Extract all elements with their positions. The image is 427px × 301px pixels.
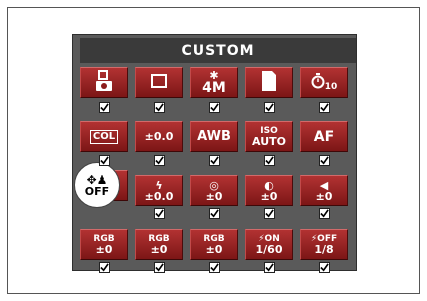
check-white-balance[interactable] [209, 155, 220, 166]
rgb-blue-value: ±0 [205, 242, 223, 256]
check-icon [265, 263, 274, 272]
setting-flash-comp[interactable]: ϟ ±0.0 [135, 175, 183, 206]
check-icon [320, 156, 329, 165]
setting-memory-card[interactable] [245, 67, 293, 98]
check-image-size[interactable] [209, 102, 220, 113]
check-shooting-mode[interactable] [99, 102, 110, 113]
contrast-label: ±0 [260, 189, 278, 203]
check-icon [155, 103, 164, 112]
check-contrast[interactable] [264, 208, 275, 219]
setting-flash-off-sync[interactable]: ⚡OFF 1/8 [300, 229, 348, 260]
check-icon [320, 103, 329, 112]
check-iso[interactable] [264, 155, 275, 166]
check-rgb-blue[interactable] [209, 262, 220, 273]
check-saturation[interactable] [209, 208, 220, 219]
check-flash-off-sync[interactable] [319, 262, 330, 273]
sd-card-icon [260, 70, 278, 95]
setting-focus-mode[interactable]: AF [300, 121, 348, 152]
check-icon [155, 156, 164, 165]
iso-value: AUTO [252, 134, 286, 148]
check-icon [265, 103, 274, 112]
flash-off-value: 1/8 [314, 242, 334, 256]
check-exposure-comp[interactable] [154, 155, 165, 166]
check-icon [210, 209, 219, 218]
setting-self-timer[interactable]: 10 [300, 67, 348, 98]
setting-color-mode[interactable]: COL [80, 121, 128, 152]
self-timer-label: 10 [324, 82, 338, 92]
setting-rgb-red[interactable]: RGB ±0 [80, 229, 128, 260]
check-icon [210, 103, 219, 112]
sharpness-label: ±0 [315, 189, 333, 203]
setting-rgb-green[interactable]: RGB ±0 [135, 229, 183, 260]
white-balance-label: AWB [197, 129, 231, 144]
check-icon [320, 209, 329, 218]
setting-drive-mode[interactable] [135, 67, 183, 98]
setting-iso[interactable]: ISO AUTO [245, 121, 293, 152]
check-rgb-red[interactable] [99, 262, 110, 273]
single-frame-icon [150, 73, 168, 92]
exposure-comp-label: ±0.0 [144, 130, 174, 143]
color-mode-label: COL [89, 129, 119, 144]
af-target-icon: ✥♟ [86, 172, 108, 187]
setting-shooting-mode[interactable] [80, 67, 128, 98]
flash-comp-label: ±0.0 [144, 189, 174, 203]
setting-exposure-comp[interactable]: ±0.0 [135, 121, 183, 152]
check-sharpness[interactable] [319, 208, 330, 219]
check-icon [210, 263, 219, 272]
timer-icon [311, 73, 325, 92]
check-flash-comp[interactable] [154, 208, 165, 219]
setting-flash-on-sync[interactable]: ⚡ON 1/60 [245, 229, 293, 260]
check-icon [320, 263, 329, 272]
af-target-label: OFF [84, 184, 110, 198]
rgb-green-value: ±0 [150, 242, 168, 256]
check-icon [100, 263, 109, 272]
check-icon [100, 156, 109, 165]
saturation-label: ±0 [205, 189, 223, 203]
check-color-mode[interactable] [99, 155, 110, 166]
menu-title: CUSTOM [80, 38, 356, 63]
flash-icon: ϟ [155, 178, 163, 192]
check-icon [265, 209, 274, 218]
setting-af-target[interactable]: ✥♟ OFF [74, 162, 120, 208]
check-flash-on-sync[interactable] [264, 262, 275, 273]
focus-mode-label: AF [313, 128, 335, 145]
check-drive-mode[interactable] [154, 102, 165, 113]
sharpness-icon: ◀ [319, 178, 329, 192]
check-memory-card[interactable] [264, 102, 275, 113]
camera-mode-icon [95, 70, 113, 95]
setting-contrast[interactable]: ◐ ±0 [245, 175, 293, 206]
check-icon [100, 103, 109, 112]
setting-saturation[interactable]: ◎ ±0 [190, 175, 238, 206]
check-icon [155, 209, 164, 218]
check-rgb-green[interactable] [154, 262, 165, 273]
flash-on-value: 1/60 [255, 242, 283, 256]
saturation-icon: ◎ [209, 178, 219, 192]
check-icon [265, 156, 274, 165]
contrast-icon: ◐ [264, 178, 274, 192]
check-icon [155, 263, 164, 272]
check-icon [210, 156, 219, 165]
image-size-label: 4M [202, 80, 226, 96]
setting-rgb-blue[interactable]: RGB ±0 [190, 229, 238, 260]
check-self-timer[interactable] [319, 102, 330, 113]
setting-white-balance[interactable]: AWB [190, 121, 238, 152]
setting-image-size[interactable]: ✱ 4M [190, 67, 238, 98]
check-focus-mode[interactable] [319, 155, 330, 166]
rgb-red-value: ±0 [95, 242, 113, 256]
setting-sharpness[interactable]: ◀ ±0 [300, 175, 348, 206]
